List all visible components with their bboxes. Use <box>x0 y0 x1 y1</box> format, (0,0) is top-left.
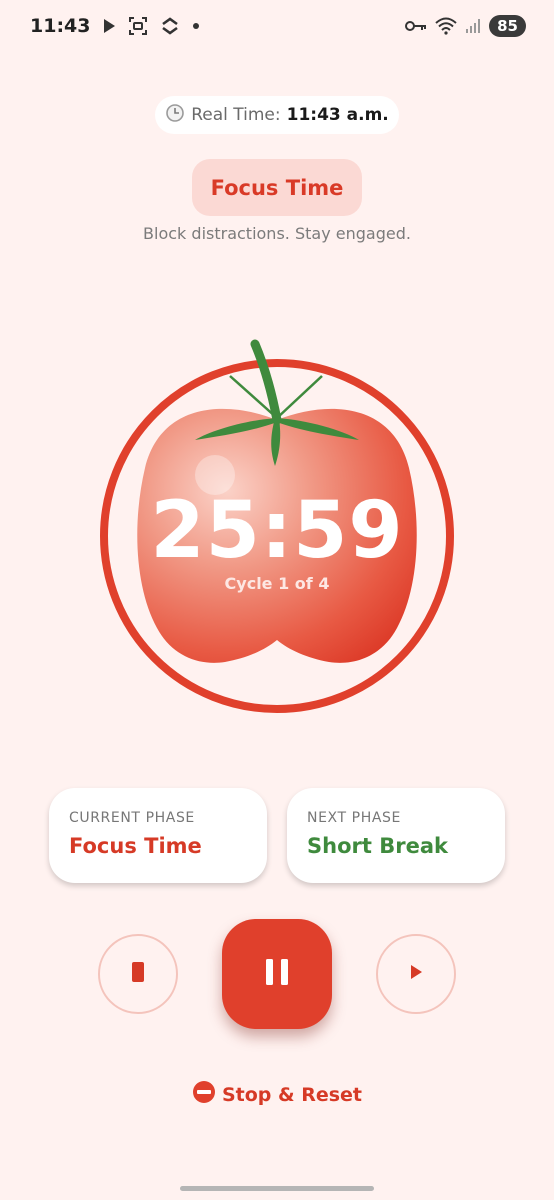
battery-indicator: 85 <box>489 15 526 37</box>
signal-icon <box>465 18 481 34</box>
clock-icon <box>165 103 185 128</box>
cycle-indicator: Cycle 1 of 4 <box>224 574 330 593</box>
real-time-label: Real Time: <box>191 105 281 125</box>
current-phase-value: Focus Time <box>69 834 202 858</box>
key-icon <box>405 19 427 33</box>
status-time: 11:43 <box>30 15 91 37</box>
next-phase-card: NEXT PHASE Short Break <box>287 788 505 883</box>
next-phase-value: Short Break <box>307 834 448 858</box>
stop-reset-label: Stop & Reset <box>221 1083 362 1106</box>
play-icon <box>102 18 116 34</box>
current-phase-card: CURRENT PHASE Focus Time <box>49 788 267 883</box>
real-time-pill: Real Time: 11:43 a.m. <box>155 96 399 134</box>
timer: 25:59 Cycle 1 of 4 <box>97 338 457 718</box>
timer-display: 25:59 <box>150 486 404 576</box>
current-phase-label: CURRENT PHASE <box>69 810 195 826</box>
real-time-value: 11:43 a.m. <box>286 105 389 125</box>
stop-icon <box>131 961 145 988</box>
app-icon <box>160 16 180 36</box>
pause-icon <box>264 957 290 992</box>
status-bar-right: 85 <box>405 15 526 37</box>
status-bar: 11:43 85 <box>0 0 554 52</box>
skip-icon <box>408 963 424 986</box>
skip-button[interactable] <box>376 934 456 1014</box>
no-entry-icon <box>192 1080 216 1109</box>
screenshot-icon <box>128 16 148 36</box>
wifi-icon <box>435 17 457 35</box>
home-indicator[interactable] <box>180 1186 374 1191</box>
dot-icon <box>192 22 200 30</box>
phase-subtitle: Block distractions. Stay engaged. <box>143 224 411 243</box>
stop-button[interactable] <box>98 934 178 1014</box>
phase-chip: Focus Time <box>192 159 362 216</box>
status-bar-left: 11:43 <box>30 15 200 37</box>
stop-reset-button[interactable]: Stop & Reset <box>0 1080 554 1109</box>
pause-button[interactable] <box>222 919 332 1029</box>
next-phase-label: NEXT PHASE <box>307 810 401 826</box>
